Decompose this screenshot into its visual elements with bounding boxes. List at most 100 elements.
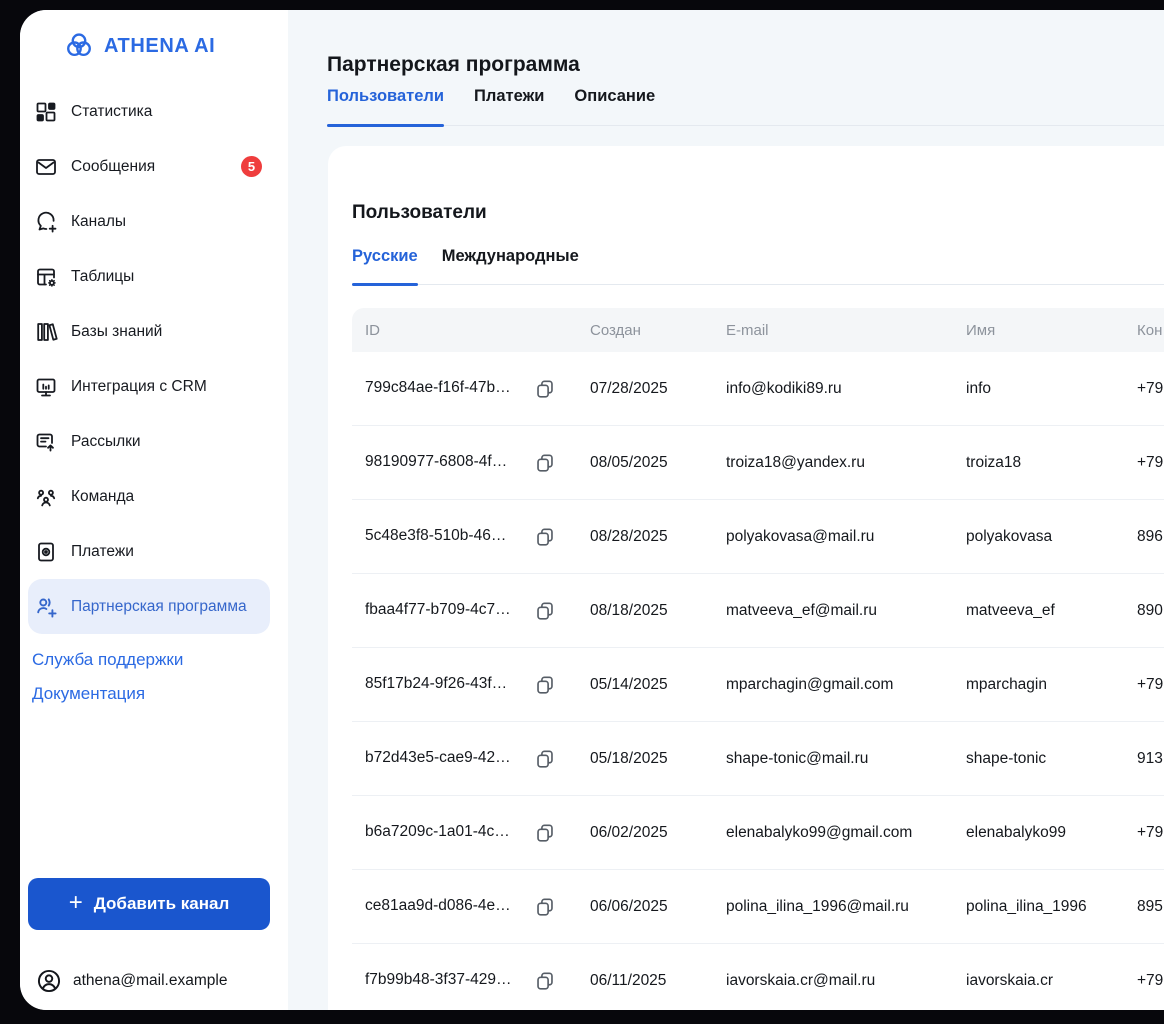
message-up-icon bbox=[34, 430, 58, 454]
cell-name: info bbox=[954, 380, 1125, 398]
cell-contact: 890 bbox=[1125, 602, 1164, 620]
sidebar-item-label: Таблицы bbox=[71, 268, 134, 286]
sidebar-item[interactable]: Таблицы bbox=[28, 249, 270, 304]
cell-created: 08/05/2025 bbox=[578, 454, 714, 472]
table-row: b6a7209c-1a01-4c… 06/02/2025 elenabalyko… bbox=[352, 796, 1164, 870]
cell-contact: +79 bbox=[1125, 824, 1164, 842]
cell-created: 06/02/2025 bbox=[578, 824, 714, 842]
users-card: Пользователи Русские Международные ID Со… bbox=[328, 146, 1164, 1010]
cell-contact: +79 bbox=[1125, 454, 1164, 472]
cell-email: matveeva_ef@mail.ru bbox=[714, 602, 954, 620]
page-title: Партнерская программа bbox=[327, 53, 580, 77]
page-tab[interactable]: Пользователи bbox=[327, 86, 444, 125]
cell-name: mparchagin bbox=[954, 676, 1125, 694]
brand-logo: ATHENA AI bbox=[62, 29, 215, 63]
sidebar-item[interactable]: Партнерская программа bbox=[28, 579, 270, 634]
cell-created: 05/18/2025 bbox=[578, 750, 714, 768]
sidebar-item[interactable]: Команда bbox=[28, 469, 270, 524]
monitor-icon bbox=[34, 375, 58, 399]
user-id: fbaa4f77-b709-4c7… bbox=[365, 601, 511, 619]
cell-created: 08/28/2025 bbox=[578, 528, 714, 546]
dashboard-icon bbox=[34, 100, 58, 124]
sidebar-item[interactable]: Статистика bbox=[28, 84, 270, 139]
cell-name: iavorskaia.cr bbox=[954, 972, 1125, 990]
copy-id-button[interactable] bbox=[534, 379, 556, 397]
cell-id: b72d43e5-cae9-42… bbox=[352, 749, 578, 767]
sidebar-item[interactable]: Рассылки bbox=[28, 414, 270, 469]
users-table: ID Создан E-mail Имя Кон 799c84ae-f16f-4… bbox=[352, 308, 1164, 1010]
column-header: ID bbox=[352, 322, 578, 339]
copy-id-button[interactable] bbox=[534, 601, 556, 619]
copy-icon bbox=[534, 675, 556, 693]
cell-id: f7b99b48-3f37-429… bbox=[352, 971, 578, 989]
table-row: b72d43e5-cae9-42… 05/18/2025 shape-tonic… bbox=[352, 722, 1164, 796]
main-content: Партнерская программа Пользователи Плате… bbox=[288, 10, 1164, 1010]
sidebar-item[interactable]: Интеграция с CRM bbox=[28, 359, 270, 414]
copy-id-button[interactable] bbox=[534, 823, 556, 841]
copy-icon bbox=[534, 823, 556, 841]
copy-icon bbox=[534, 971, 556, 989]
app-window: ATHENA AI Статистика Сообщения 5 Каналы bbox=[20, 10, 1164, 1010]
sidebar-item[interactable]: Сообщения 5 bbox=[28, 139, 270, 194]
sidebar-item-label: Рассылки bbox=[71, 433, 141, 451]
users-card-tab[interactable]: Международные bbox=[442, 246, 579, 284]
copy-id-button[interactable] bbox=[534, 971, 556, 989]
cell-id: 85f17b24-9f26-43f… bbox=[352, 675, 578, 693]
user-id: 98190977-6808-4f… bbox=[365, 453, 507, 471]
sidebar-item[interactable]: Каналы bbox=[28, 194, 270, 249]
copy-id-button[interactable] bbox=[534, 675, 556, 693]
copy-icon bbox=[534, 897, 556, 915]
table-row: ce81aa9d-d086-4e… 06/06/2025 polina_ilin… bbox=[352, 870, 1164, 944]
cell-id: 5c48e3f8-510b-46… bbox=[352, 527, 578, 545]
sidebar-nav: Статистика Сообщения 5 Каналы bbox=[20, 84, 288, 634]
sidebar-link[interactable]: Служба поддержки bbox=[32, 650, 183, 669]
sidebar-item-label: Интеграция с CRM bbox=[71, 378, 207, 396]
sidebar-item-label: Каналы bbox=[71, 213, 126, 231]
cell-name: polina_ilina_1996 bbox=[954, 898, 1125, 916]
user-id: f7b99b48-3f37-429… bbox=[365, 971, 512, 989]
copy-icon bbox=[534, 527, 556, 545]
copy-id-button[interactable] bbox=[534, 527, 556, 545]
cell-name: matveeva_ef bbox=[954, 602, 1125, 620]
sidebar-item[interactable]: Платежи bbox=[28, 524, 270, 579]
brand-name: ATHENA AI bbox=[104, 35, 215, 58]
athena-knot-icon bbox=[62, 29, 96, 63]
user-id: 85f17b24-9f26-43f… bbox=[365, 675, 507, 693]
cell-email: elenabalyko99@gmail.com bbox=[714, 824, 954, 842]
table-header-row: ID Создан E-mail Имя Кон bbox=[352, 308, 1164, 352]
cell-id: ce81aa9d-d086-4e… bbox=[352, 897, 578, 915]
column-header: Кон bbox=[1125, 322, 1164, 339]
page-tab[interactable]: Платежи bbox=[474, 86, 544, 125]
column-header: Создан bbox=[578, 322, 714, 339]
table-row: 799c84ae-f16f-47b… 07/28/2025 info@kodik… bbox=[352, 352, 1164, 426]
cell-name: polyakovasa bbox=[954, 528, 1125, 546]
cell-email: iavorskaia.cr@mail.ru bbox=[714, 972, 954, 990]
team-icon bbox=[34, 485, 58, 509]
column-header: Имя bbox=[954, 322, 1125, 339]
table-row: 98190977-6808-4f… 08/05/2025 troiza18@ya… bbox=[352, 426, 1164, 500]
cell-id: 799c84ae-f16f-47b… bbox=[352, 379, 578, 397]
cell-contact: 913 bbox=[1125, 750, 1164, 768]
cell-created: 08/18/2025 bbox=[578, 602, 714, 620]
account-button[interactable]: athena@mail.example bbox=[36, 968, 227, 994]
cell-created: 05/14/2025 bbox=[578, 676, 714, 694]
books-icon bbox=[34, 320, 58, 344]
user-id: ce81aa9d-d086-4e… bbox=[365, 897, 511, 915]
sidebar-links: Служба поддержки Документация bbox=[32, 650, 183, 703]
copy-id-button[interactable] bbox=[534, 749, 556, 767]
sidebar-link[interactable]: Документация bbox=[32, 684, 183, 703]
sidebar-item-label: Сообщения bbox=[71, 158, 155, 176]
page-tab[interactable]: Описание bbox=[574, 86, 655, 125]
cell-name: troiza18 bbox=[954, 454, 1125, 472]
users-card-tab[interactable]: Русские bbox=[352, 246, 418, 284]
chat-plus-icon bbox=[34, 210, 58, 234]
sidebar-item[interactable]: Базы знаний bbox=[28, 304, 270, 359]
copy-id-button[interactable] bbox=[534, 897, 556, 915]
users-card-title: Пользователи bbox=[352, 202, 487, 224]
column-header: E-mail bbox=[714, 322, 954, 339]
invoice-icon bbox=[34, 540, 58, 564]
copy-id-button[interactable] bbox=[534, 453, 556, 471]
add-channel-button[interactable]: + Добавить канал bbox=[28, 878, 270, 930]
cell-name: elenabalyko99 bbox=[954, 824, 1125, 842]
user-id: b72d43e5-cae9-42… bbox=[365, 749, 511, 767]
